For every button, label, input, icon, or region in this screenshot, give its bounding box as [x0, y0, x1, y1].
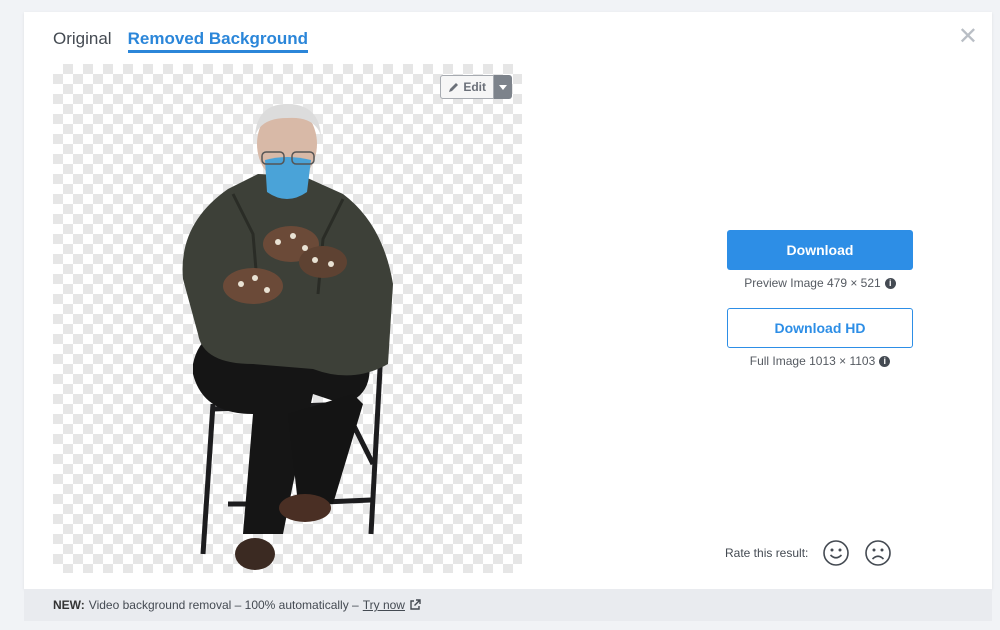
external-link-icon[interactable] [409, 599, 421, 611]
frown-face-icon[interactable] [864, 539, 892, 567]
info-icon[interactable]: i [879, 355, 891, 367]
announcement-prefix: NEW: [53, 598, 85, 612]
smile-face-icon[interactable] [822, 539, 850, 567]
edit-label: Edit [463, 80, 486, 94]
announcement-text: Video background removal – 100% automati… [88, 598, 359, 612]
download-panel: Download Preview Image 479 × 521 i Downl… [727, 230, 913, 368]
full-image-size: Full Image 1013 × 1103 [749, 354, 876, 368]
caret-down-icon [499, 84, 507, 90]
preview-image-info: Preview Image 479 × 521 i [727, 276, 913, 290]
edit-control: Edit [440, 75, 512, 99]
result-dialog: Original Removed Background ✕ Edit Downl… [24, 12, 992, 589]
announcement-bar: NEW: Video background removal – 100% aut… [24, 589, 992, 621]
pencil-icon [449, 82, 459, 92]
full-image-info: Full Image 1013 × 1103 i [727, 354, 913, 368]
tab-bar: Original Removed Background [53, 29, 309, 53]
try-now-link[interactable]: Try now [363, 598, 405, 612]
preview-image-size: Preview Image 479 × 521 [744, 276, 881, 290]
edit-button[interactable]: Edit [440, 75, 494, 99]
tab-original[interactable]: Original [53, 29, 112, 53]
subject-image [182, 104, 393, 570]
download-button[interactable]: Download [727, 230, 913, 270]
rate-label: Rate this result: [725, 546, 809, 560]
close-icon[interactable]: ✕ [958, 24, 978, 48]
info-icon[interactable]: i [884, 277, 896, 289]
rating-bar: Rate this result: [725, 539, 892, 567]
edit-dropdown-button[interactable] [494, 75, 512, 99]
result-preview: Edit [53, 64, 522, 573]
download-hd-button[interactable]: Download HD [727, 308, 913, 348]
tab-removed-background[interactable]: Removed Background [127, 29, 309, 53]
